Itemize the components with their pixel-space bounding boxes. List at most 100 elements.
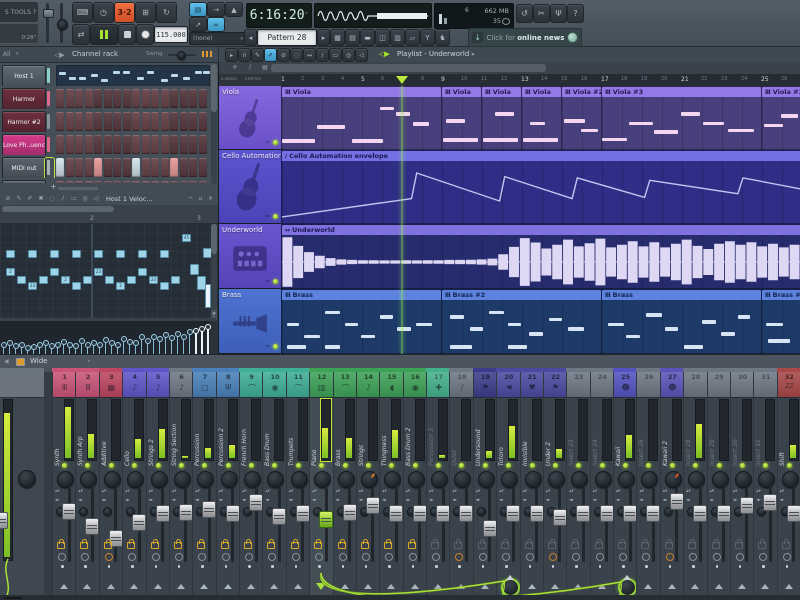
fader-cap[interactable] (272, 508, 286, 525)
fader-cap[interactable] (576, 505, 590, 522)
strip-mute-led[interactable] (366, 463, 371, 468)
mixer-strip-12[interactable]: 12▥Piano▴▾◂▸ (309, 372, 333, 600)
strip-pan-knob[interactable] (525, 471, 542, 488)
mute-icon[interactable]: ◌ (47, 194, 57, 204)
strip-pan-knob[interactable] (57, 471, 74, 488)
select-button[interactable]: ▭ (329, 48, 342, 62)
send-switch[interactable] (294, 584, 302, 589)
step-button[interactable] (151, 112, 159, 131)
fader-track[interactable] (348, 488, 351, 562)
stereo-sep-arrows[interactable]: ▴▾ (756, 489, 761, 494)
record-arm-ring[interactable] (292, 553, 300, 561)
strip-header[interactable]: 11⌒ (287, 372, 310, 398)
step-button[interactable] (56, 158, 64, 177)
clip-viola-2[interactable]: ⅢViola #2 (561, 86, 602, 150)
blend-recording-button[interactable]: ↻ (156, 2, 177, 23)
fader-track[interactable] (161, 488, 164, 562)
mic-button[interactable]: Ψ (550, 4, 567, 23)
velocity-head[interactable] (55, 342, 61, 348)
step-button[interactable] (132, 158, 140, 177)
piano-note[interactable] (160, 282, 169, 290)
preview-icon[interactable]: ◁ (91, 194, 101, 204)
strip-header[interactable]: 19⚑ (474, 372, 497, 398)
record-arm-ring[interactable] (362, 553, 370, 561)
strip-mute-led[interactable] (272, 463, 277, 468)
pan-arrows[interactable]: ◂▸ (780, 498, 785, 503)
fx-lock-icon[interactable] (595, 542, 603, 549)
fader-cap[interactable] (670, 493, 684, 510)
strip-pan-knob[interactable] (782, 471, 799, 488)
route-dot[interactable] (739, 565, 742, 568)
step-button[interactable] (123, 158, 131, 177)
fader-cap[interactable] (763, 494, 777, 511)
fader-cap[interactable] (553, 509, 567, 526)
step-button[interactable] (189, 112, 197, 131)
route-dot[interactable] (786, 565, 789, 568)
fader-cap[interactable] (156, 505, 170, 522)
send-switch[interactable] (60, 584, 68, 589)
track-enable-led[interactable] (273, 140, 278, 145)
step-button[interactable] (161, 135, 169, 154)
fader-track[interactable] (68, 488, 71, 562)
record-arm-ring[interactable] (128, 553, 136, 561)
help-button[interactable]: ? (567, 4, 584, 23)
step-button[interactable] (132, 89, 140, 108)
track-tool-icon[interactable]: ✑ (265, 343, 270, 350)
strip-mute-led[interactable] (506, 463, 511, 468)
slice-icon[interactable]: ∕ (58, 194, 68, 204)
mixer-strip-29[interactable]: 29Insert 29▴▾◂▸ (707, 372, 731, 600)
strip-pan-knob[interactable] (151, 471, 168, 488)
clip-viola[interactable]: ⅢViola (481, 86, 522, 150)
piano-note[interactable]: 23 (94, 268, 103, 276)
route-dot[interactable] (458, 565, 461, 568)
strip-mute-led[interactable] (85, 463, 90, 468)
strip-header[interactable]: 1Ⅲ (53, 372, 76, 398)
strip-mute-led[interactable] (389, 463, 394, 468)
wait-input-button[interactable]: ⊞ (135, 2, 156, 23)
strip-header[interactable]: 16◉ (404, 372, 427, 398)
piano-roll-titlebar[interactable]: ⊘✎✐✖◌∕▭◎◁Host 1 Veloc...─▫× (0, 192, 218, 206)
stereo-sep-arrows[interactable]: ▴▾ (55, 489, 60, 494)
fader-track[interactable] (442, 488, 445, 562)
record-arm-ring[interactable] (736, 553, 744, 561)
mixer-strip-10[interactable]: 10◉Bass Drum▴▾◂▸ (262, 372, 286, 600)
strip-pan-knob[interactable] (595, 471, 612, 488)
track-enable-led[interactable] (273, 279, 278, 284)
send-switch[interactable] (598, 584, 606, 589)
step-button[interactable] (132, 112, 140, 131)
touch-controller-button[interactable]: ♞ (435, 29, 450, 46)
strip-pan-knob[interactable] (197, 471, 214, 488)
piano-note[interactable]: 2 (61, 276, 70, 284)
stereo-sep-arrows[interactable]: ▴▾ (593, 489, 598, 494)
master-pitch-slider[interactable] (60, 3, 63, 43)
strip-header[interactable]: 26 (637, 372, 660, 398)
fader-track[interactable] (582, 488, 585, 562)
velocity-stem[interactable] (201, 330, 203, 354)
stereo-sep-arrows[interactable]: ▴▾ (569, 489, 574, 494)
stereo-sep-arrows[interactable]: ▴▾ (616, 489, 621, 494)
fader-track[interactable] (699, 488, 702, 562)
velocity-head[interactable] (133, 340, 139, 346)
piano-note[interactable]: 2 (6, 268, 15, 276)
piano-note[interactable] (138, 250, 147, 258)
fx-lock-icon[interactable] (758, 542, 766, 549)
strip-header[interactable]: 14♪ (357, 372, 380, 398)
clip-viola[interactable]: ⅢViola (521, 86, 562, 150)
pattern-selector[interactable]: Pattern 28 (257, 29, 317, 46)
velocity-head[interactable] (157, 336, 163, 342)
time-display[interactable]: 6:16:20″ (246, 3, 312, 28)
draw-button[interactable]: ✎ (251, 48, 264, 62)
strip-mute-led[interactable] (132, 463, 137, 468)
fx-lock-icon[interactable] (431, 542, 439, 549)
piano-note[interactable] (17, 276, 26, 284)
eq-mini-knob[interactable] (79, 507, 88, 516)
step-button[interactable] (161, 89, 169, 108)
step-button[interactable] (161, 158, 169, 177)
record-arm-ring[interactable] (783, 553, 791, 561)
strip-header[interactable]: 6♪ (170, 372, 193, 398)
strip-mute-led[interactable] (646, 463, 651, 468)
route-dot[interactable] (412, 565, 415, 568)
step-button[interactable] (66, 158, 74, 177)
channel-select-led[interactable] (44, 111, 55, 132)
send-switch[interactable] (481, 584, 489, 589)
